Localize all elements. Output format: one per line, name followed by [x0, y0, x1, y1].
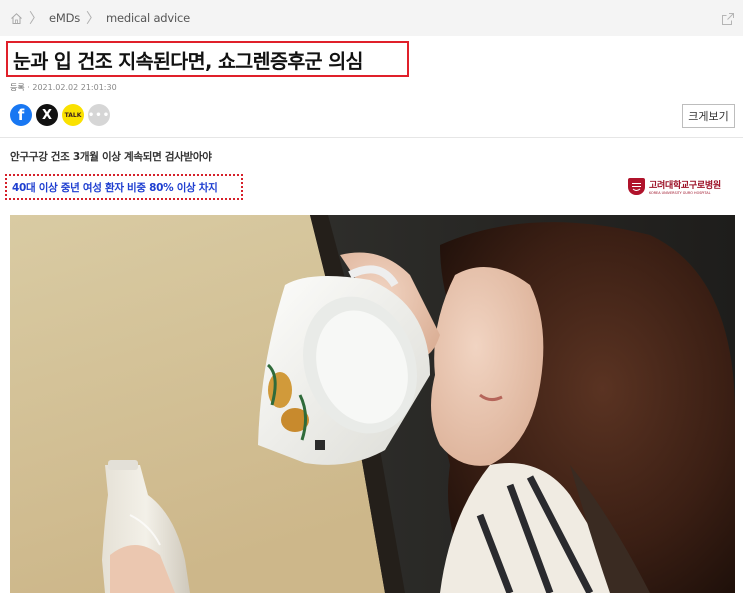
x-icon[interactable]: X: [36, 104, 58, 126]
article-photo: [10, 215, 735, 593]
kakaotalk-icon[interactable]: TALK: [62, 104, 84, 126]
breadcrumb-item-emds[interactable]: eMDs: [49, 11, 80, 25]
page-title: 눈과 입 건조 지속된다면, 쇼그렌증후군 의심: [13, 49, 363, 73]
divider: [0, 137, 743, 138]
facebook-icon[interactable]: f: [10, 104, 32, 126]
breadcrumb-separator: 〉: [86, 11, 101, 27]
hospital-name-en: KOREA UNIVERSITY GURO HOSPITAL: [649, 191, 711, 195]
date-value: 2021.02.02 21:01:30: [32, 83, 117, 92]
zoom-button[interactable]: 크게보기: [682, 104, 735, 128]
subhead-highlight-box: 40대 이상 중년 여성 환자 비중 80% 이상 차지: [5, 174, 243, 200]
article-page: 〉 eMDs 〉 medical advice 눈과 입 건조 지속된다면, 쇼…: [0, 0, 743, 593]
article-subhead-highlight: 40대 이상 중년 여성 환자 비중 80% 이상 차지: [12, 181, 218, 194]
hospital-emblem-icon: [628, 178, 645, 195]
headline-highlight-box: 눈과 입 건조 지속된다면, 쇼그렌증후군 의심: [6, 41, 409, 77]
share-buttons: f X TALK •••: [10, 104, 110, 126]
date-separator: ·: [27, 83, 30, 92]
hospital-logo: 고려대학교구로병원 KOREA UNIVERSITY GURO HOSPITAL: [628, 178, 721, 195]
breadcrumb-item-medical-advice[interactable]: medical advice: [106, 11, 190, 25]
more-icon[interactable]: •••: [88, 104, 110, 126]
article-subhead: 안구구강 건조 3개월 이상 계속되면 검사받아야: [10, 151, 212, 163]
home-icon[interactable]: [10, 12, 23, 25]
breadcrumb: 〉 eMDs 〉 medical advice: [0, 0, 743, 36]
breadcrumb-separator: 〉: [29, 11, 43, 27]
hospital-name-ko: 고려대학교구로병원: [649, 181, 721, 191]
date-label: 등록: [10, 83, 25, 92]
article-dateline: 등록 · 2021.02.02 21:01:30: [10, 82, 117, 93]
share-out-icon[interactable]: [721, 11, 735, 25]
